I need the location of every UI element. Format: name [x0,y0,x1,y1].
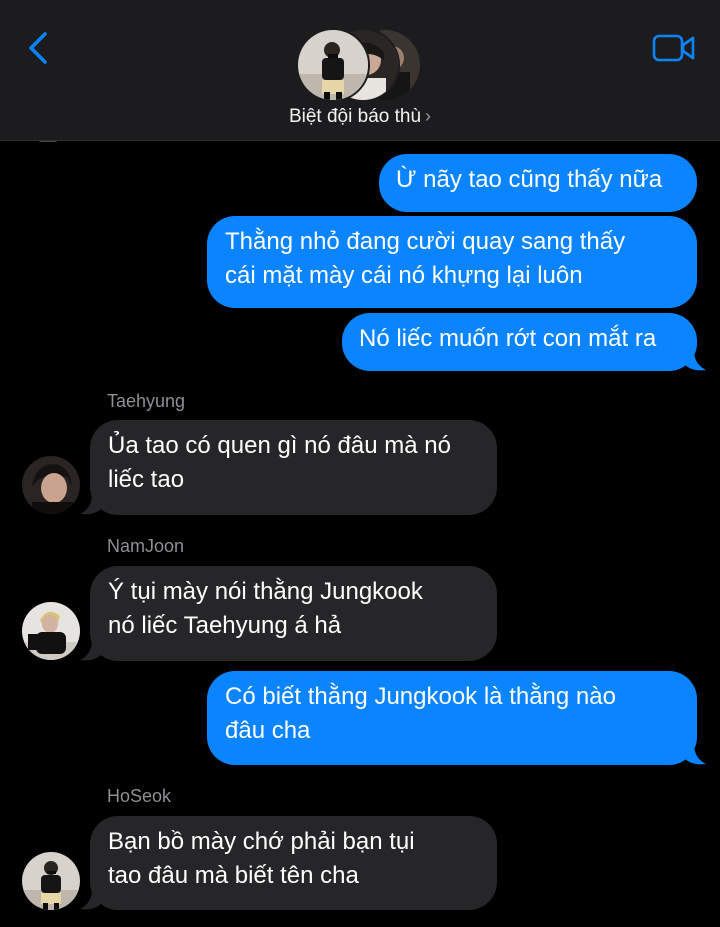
sender-avatar[interactable] [22,852,80,910]
message-line: Có biết thằng Jungkook là thằng nào [225,683,616,710]
sender-avatar[interactable] [22,456,80,514]
bubble-tail [80,640,102,661]
sender-avatar[interactable] [22,602,80,660]
bubble-tail [80,889,102,910]
sender-name: NamJoon [107,536,185,556]
sender-name: Taehyung [107,391,186,411]
message-text: Ừ nãy tao cũng thấy nữa [396,166,663,193]
bubble-tail [80,494,102,515]
group-name[interactable]: Biệt đội báo thù › [0,106,720,128]
message-line: cái mặt mày cái nó khựng lại luôn [225,262,583,289]
sender-name: HoSeok [107,786,172,806]
message-line: liếc tao [108,466,185,493]
message-line: Ủa tao có quen gì nó đâu mà nó [108,432,451,459]
group-avatar [296,28,370,102]
message-line: tao đâu mà biết tên cha [108,862,359,889]
video-call-button[interactable] [650,30,698,66]
message-line: Ý tụi mày nói thằng Jungkook [108,578,423,605]
outgoing-message-bubble[interactable]: Nó liếc muốn rớt con mắt ra [342,313,697,371]
back-button[interactable] [18,28,58,68]
incoming-message-bubble[interactable]: Bạn bồ mày chớ phải bạn tụi tao đâu mà b… [90,816,497,910]
message-line: Thằng nhỏ đang cười quay sang thấy [225,228,626,255]
bubble-tail [684,350,706,371]
incoming-message-bubble[interactable]: Ủa tao có quen gì nó đâu mà nó liếc tao [90,420,497,515]
chevron-left-icon [29,32,47,64]
conversation-header: Biệt đội báo thù › [0,0,720,141]
chevron-right-icon: › [425,106,432,126]
message-line: đâu cha [225,717,311,744]
message-line: Bạn bồ mày chớ phải bạn tụi [108,828,415,855]
outgoing-message-bubble[interactable]: Có biết thằng Jungkook là thằng nào đâu … [207,671,697,765]
message-line: nó liếc Taehyung á hả [108,612,342,639]
outgoing-message-bubble[interactable]: Thằng nhỏ đang cười quay sang thấy cái m… [207,216,697,308]
outgoing-message-bubble[interactable]: Ừ nãy tao cũng thấy nữa [379,154,697,212]
bubble-tail [684,744,706,765]
video-camera-icon [652,34,695,62]
group-avatar-stack[interactable] [296,28,426,102]
message-text: Nó liếc muốn rớt con mắt ra [359,325,657,352]
incoming-message-bubble[interactable]: Ý tụi mày nói thằng Jungkook nó liếc Tae… [90,566,497,661]
group-name-label: Biệt đội báo thù [288,106,422,127]
